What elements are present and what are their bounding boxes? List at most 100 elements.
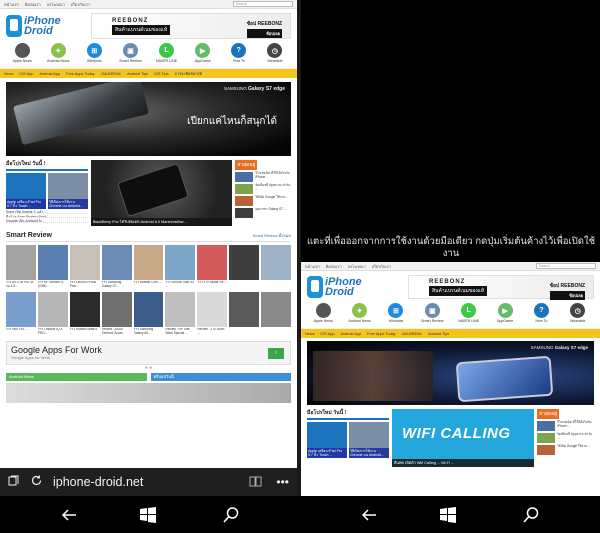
feature-caption: BlackBerry Priv ได้รับอัพเดต Android 6.0… <box>90 217 233 226</box>
review-card[interactable]: รีวิว ASTON Pro 45 จอ 4.5... <box>6 245 36 289</box>
carousel-dots[interactable]: ● ● <box>0 365 297 371</box>
hero-ad-galaxy-s7-edge[interactable]: SAMSUNG Galaxy S7 edge <box>307 341 594 405</box>
category-android-news[interactable]: ✦ Android News <box>346 303 374 328</box>
news-thumb[interactable]: วิธีเปิดการใช้งาน Chrome บน Android... <box>47 173 88 209</box>
ticker-item[interactable]: News <box>4 72 14 76</box>
site-search-input[interactable]: Search <box>536 263 596 269</box>
banner-cta[interactable]: ช้อป REEBONZ ช้อปเลย <box>246 20 282 38</box>
ticker-item[interactable]: Android Tips <box>127 72 148 76</box>
news-ticker: News iOS App Android App Free Apps Today… <box>301 329 600 338</box>
left-news-column: มือโปรใหม่ วันนี้ ! Apple เตรียม iPad Pr… <box>6 160 88 226</box>
browser-page-left[interactable]: หน้าแรก ติดต่อเรา ลงโฆษณา เกี่ยวกับเรา S… <box>0 0 297 468</box>
category-smart-review[interactable]: ▣ Smart Review <box>418 303 446 328</box>
category-apple-news[interactable]: Apple News <box>309 303 337 328</box>
ad-arrow-button[interactable]: › <box>268 348 284 359</box>
topbar-link[interactable]: เกี่ยวกับเรา <box>71 1 90 8</box>
site-logo[interactable]: iPhone Droid <box>307 276 362 298</box>
review-card[interactable]: Review : ZTE Axon ... <box>197 292 228 336</box>
category-smart-review[interactable]: ▣ Smart Review <box>116 43 144 68</box>
review-card[interactable] <box>229 292 260 336</box>
review-thumbnail <box>261 292 291 327</box>
category-naver-line[interactable]: L NAVER LINE <box>455 303 483 328</box>
topbar-link[interactable]: ติดต่อเรา <box>25 1 41 8</box>
review-thumbnail <box>197 245 228 280</box>
address-url[interactable]: iphone-droid.net <box>53 475 143 489</box>
start-button[interactable] <box>137 504 159 526</box>
latest-item[interactable]: วิธีเปิด Google ใช้งาน ... <box>235 195 291 206</box>
review-card[interactable] <box>229 245 260 289</box>
review-card[interactable]: รีวิว Huawei GR5 ... <box>133 245 164 289</box>
naver-line-icon: L <box>159 43 175 58</box>
review-card[interactable]: รีวิว i-mobile IQ X PRO... <box>37 292 68 336</box>
latest-item[interactable]: รีวิวเทคนิค ที่ใช้ได้จริงกับ iPhone... <box>537 420 593 431</box>
review-card[interactable]: Review : ASUS Zenfone Zoom... <box>101 292 132 336</box>
ticker-item[interactable]: Free Apps Today <box>66 72 94 76</box>
review-card[interactable]: Review : HP Star Wars Special... <box>165 292 196 336</box>
category-appgame[interactable]: ▶ AppGame <box>189 43 217 68</box>
ticker-item[interactable]: Android App <box>39 72 60 76</box>
category-apple-news[interactable]: Apple News <box>8 43 36 68</box>
start-button[interactable] <box>437 504 459 526</box>
latest-item[interactable]: เผยราคา Galaxy S7 ... <box>235 207 291 218</box>
content-columns: มือโปรใหม่ วันนี้ ! Apple เตรียม iPad Pr… <box>307 409 594 467</box>
hero-ad-galaxy-s7[interactable]: SAMSUNG Galaxy S7 edge เปียกแค่ไหนก็สนุก… <box>6 82 291 156</box>
category-appgame[interactable]: ▶ AppGame <box>491 303 519 328</box>
news-thumb[interactable]: Apple เตรียม iPad Pro 9.7 นิ้ว Touch ... <box>307 422 347 458</box>
latest-item[interactable]: รีวิวเทคนิค ที่ใช้ได้จริงกับ iPhone... <box>235 171 291 182</box>
ticker-item[interactable]: iOS App <box>20 72 34 76</box>
ticker-item[interactable]: JAILBREAK <box>101 72 121 76</box>
more-icon[interactable]: ••• <box>276 475 289 490</box>
category-how-to[interactable]: ? How To <box>225 43 253 68</box>
reebonz-banner-ad[interactable]: REEBONZ สินค้าแบรนด์เนมของแท้ ช้อป REEBO… <box>408 275 594 300</box>
review-card[interactable]: รีวิว Huawei Mate 8 ... <box>69 292 100 336</box>
category-windows[interactable]: ⊞ Windows <box>80 43 108 68</box>
news-thumb[interactable]: Apple เตรียม iPad Pro 9.7 นิ้ว Touch ... <box>6 173 46 209</box>
reebonz-banner-ad[interactable]: REEBONZ สินค้าแบรนด์เนมของแท้ ช้อป REEBO… <box>91 13 291 39</box>
category-wearable[interactable]: ◷ Wearable <box>261 43 289 68</box>
review-card[interactable]: รีวิว Lenovo Vibe X3 ... <box>165 245 196 289</box>
hero-slogan: เปียกแค่ไหนก็สนุกได้ <box>187 116 277 127</box>
ticker-item[interactable]: iOS Tips <box>154 72 168 76</box>
feature-story[interactable]: WIFI CALLING ดีแทค เปิดตัว Wifi Calling … <box>392 409 534 467</box>
review-card[interactable]: รีวิว HP Stream 11 (X360 ... <box>37 245 68 289</box>
section-bar-free-apps[interactable]: ฟรีแอปวันนี้ <box>150 373 291 381</box>
ticker-item[interactable]: อาจจะทิพย์พาสต์ <box>175 71 203 77</box>
review-card[interactable]: รีวิว Samsung Galaxy S7... <box>101 245 132 289</box>
browser-page-right[interactable]: หน้าแรก ติดต่อเรา ลงโฆษณา เกี่ยวกับเรา S… <box>301 262 600 496</box>
review-card[interactable]: รีวิว ZTE Blade V6 ... <box>197 245 228 289</box>
search-button[interactable] <box>220 504 242 526</box>
category-wearable[interactable]: ◷ Wearable <box>564 303 592 328</box>
review-card[interactable]: รีวิว Samsung Galaxy A9... <box>133 292 164 336</box>
review-card[interactable] <box>261 292 291 336</box>
review-card[interactable]: รีวิว vivo Y51 ... <box>6 292 36 336</box>
search-button[interactable] <box>520 504 542 526</box>
refresh-icon[interactable] <box>30 474 43 490</box>
category-android-news[interactable]: ✦ Android News <box>44 43 72 68</box>
smart-review-more-link[interactable]: Smart Review ทั้งหมด <box>253 232 291 239</box>
phone-screen: หน้าแรก ติดต่อเรา ลงโฆษณา เกี่ยวกับเรา S… <box>0 0 600 533</box>
category-how-to[interactable]: ? How To <box>527 303 555 328</box>
back-button[interactable] <box>58 504 80 526</box>
latest-item[interactable]: จัดเต็มฟรี Apps ประจำวัน ... <box>537 432 593 443</box>
one-handed-hint: แตะที่เพื่อออกจากการใช้งานด้วยมือเดียว ก… <box>306 236 596 259</box>
tabs-icon[interactable] <box>8 475 20 490</box>
news-link[interactable]: Google เปิด Android N ... <box>6 218 88 223</box>
site-logo[interactable]: iPhone Droid <box>6 15 61 37</box>
news-thumb[interactable]: วิธีเปิดการใช้งาน Chrome บน Android... <box>349 422 389 458</box>
one-handed-pane[interactable]: แตะที่เพื่อออกจากการใช้งานด้วยมือเดียว ก… <box>301 0 600 496</box>
site-search-input[interactable]: Search <box>233 1 293 7</box>
category-windows[interactable]: ⊞ Windows <box>382 303 410 328</box>
latest-item[interactable]: จัดเต็มฟรี Apps ประจำวัน ... <box>235 183 291 194</box>
reading-view-icon[interactable] <box>249 475 262 490</box>
topbar-link[interactable]: หน้าแรก <box>4 1 19 8</box>
section-bar-android-news[interactable]: Android News <box>6 373 147 381</box>
feature-phone-image <box>116 162 189 218</box>
category-naver-line[interactable]: L NAVER LINE <box>153 43 181 68</box>
google-apps-ad[interactable]: Google Apps For Work Google Apps for Wor… <box>6 341 291 365</box>
latest-item[interactable]: วิธีเปิด Google ใช้งาน ... <box>537 444 593 455</box>
review-card[interactable]: รีวิว Lenovo PHAB Plus... <box>69 245 100 289</box>
review-card[interactable] <box>261 245 291 289</box>
topbar-link[interactable]: ลงโฆษณา <box>47 1 65 8</box>
back-button[interactable] <box>358 504 380 526</box>
feature-story[interactable]: BlackBerry Priv ได้รับอัพเดต Android 6.0… <box>90 160 233 226</box>
